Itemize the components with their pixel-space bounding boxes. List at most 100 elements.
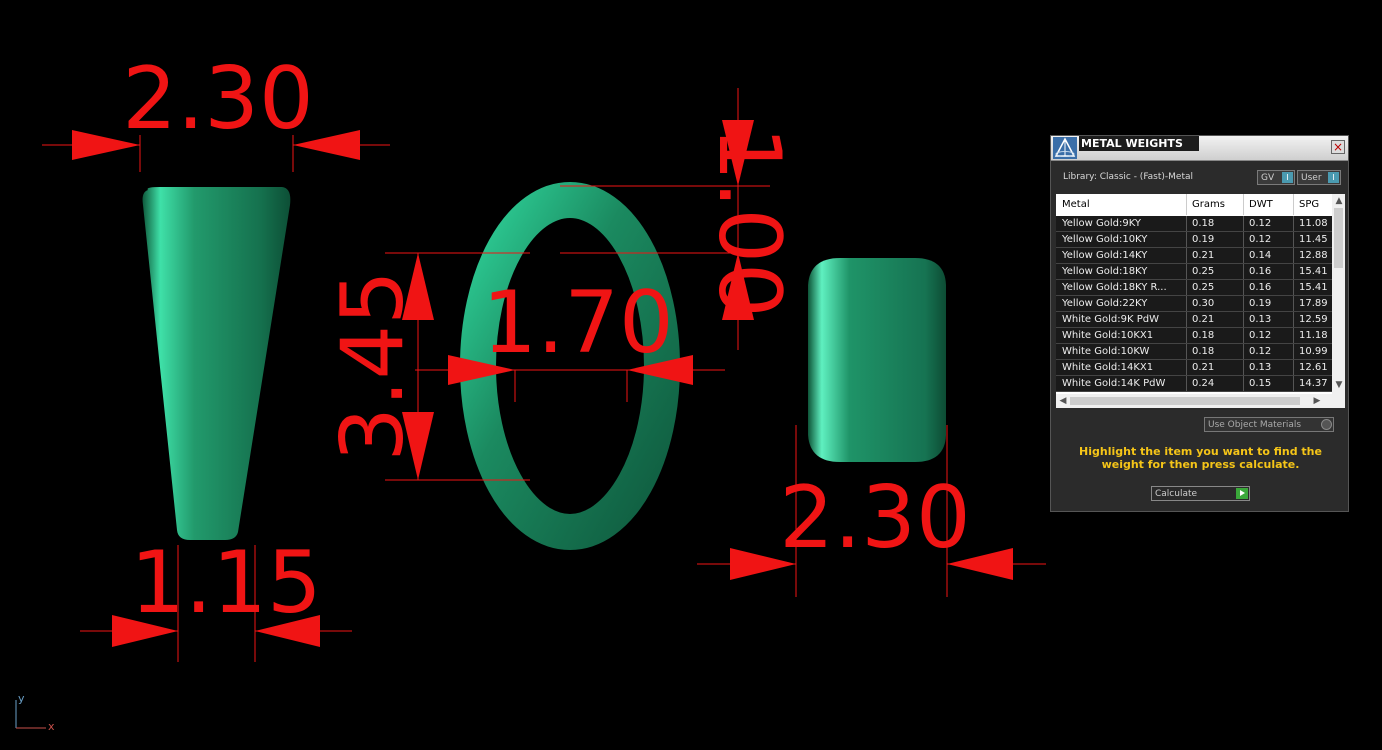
- metal-name-cell: White Gold:10KX1: [1062, 330, 1154, 341]
- gv-library-button[interactable]: GV I: [1257, 170, 1295, 185]
- instruction-text: Highlight the item you want to find the …: [1079, 445, 1322, 471]
- column-header-dwt[interactable]: DWT: [1243, 194, 1293, 215]
- horizontal-scroll-thumb[interactable]: [1070, 397, 1300, 405]
- dwt-cell: 0.15: [1243, 376, 1293, 391]
- table-row[interactable]: Yellow Gold:10KY 0.19 0.12 11.45: [1056, 232, 1332, 248]
- grams-cell: 0.25: [1186, 280, 1243, 295]
- dimension-label-height: 3.45: [323, 270, 423, 461]
- table-row[interactable]: White Gold:9K PdW 0.21 0.13 12.59: [1056, 312, 1332, 328]
- use-object-materials-label: Use Object Materials: [1208, 420, 1302, 430]
- spg-cell: 12.61: [1293, 360, 1332, 375]
- vertical-scrollbar[interactable]: ▲ ▼: [1332, 194, 1345, 394]
- use-object-materials-toggle[interactable]: Use Object Materials: [1204, 417, 1334, 432]
- dimension-label-inner: 1.70: [482, 273, 673, 373]
- library-label: Library: Classic - (Fast)-Metal: [1063, 172, 1194, 182]
- axis-x-label: x: [48, 720, 55, 733]
- scroll-left-icon[interactable]: ◀: [1057, 396, 1069, 406]
- table-row[interactable]: White Gold:10KX1 0.18 0.12 11.18: [1056, 328, 1332, 344]
- table-row[interactable]: White Gold:10KW 0.18 0.12 10.99: [1056, 344, 1332, 360]
- user-indicator-icon: I: [1328, 172, 1339, 183]
- horizontal-scrollbar[interactable]: ◀ ▶: [1056, 394, 1345, 408]
- dwt-cell: 0.12: [1243, 344, 1293, 359]
- gv-label: GV: [1261, 173, 1275, 183]
- dwt-cell: 0.12: [1243, 328, 1293, 343]
- dwt-cell: 0.12: [1243, 216, 1293, 231]
- grams-cell: 0.30: [1186, 296, 1243, 311]
- dwt-cell: 0.16: [1243, 280, 1293, 295]
- spg-cell: 12.59: [1293, 312, 1332, 327]
- metal-name-cell: Yellow Gold:10KY: [1062, 234, 1148, 245]
- metal-name-cell: White Gold:10KW: [1062, 346, 1150, 357]
- table-row[interactable]: Yellow Gold:22KY 0.30 0.19 17.89: [1056, 296, 1332, 312]
- app-logo-icon: [1053, 137, 1077, 159]
- calculate-button[interactable]: Calculate: [1151, 486, 1250, 501]
- grams-cell: 0.24: [1186, 376, 1243, 391]
- scroll-up-icon[interactable]: ▲: [1333, 196, 1345, 206]
- spg-cell: 14.37: [1293, 376, 1332, 391]
- cylinder-model: [808, 258, 946, 462]
- user-library-button[interactable]: User I: [1297, 170, 1341, 185]
- dwt-cell: 0.12: [1243, 232, 1293, 247]
- scroll-right-icon[interactable]: ▶: [1311, 396, 1323, 406]
- axis-y-label: y: [18, 692, 25, 705]
- gv-indicator-icon: I: [1282, 172, 1293, 183]
- dwt-cell: 0.16: [1243, 264, 1293, 279]
- spg-cell: 11.45: [1293, 232, 1332, 247]
- spg-cell: 17.89: [1293, 296, 1332, 311]
- metal-table[interactable]: Metal Grams DWT SPG Yellow Gold:9KY 0.18 0…: [1056, 194, 1345, 408]
- metal-name-cell: Yellow Gold:14KY: [1062, 250, 1148, 261]
- dimension-label-right: 2.30: [779, 468, 970, 568]
- grams-cell: 0.21: [1186, 360, 1243, 375]
- column-header-grams[interactable]: Grams: [1186, 194, 1243, 215]
- user-label: User: [1301, 173, 1322, 183]
- radio-indicator-icon: [1321, 419, 1332, 430]
- table-row[interactable]: Yellow Gold:14KY 0.21 0.14 12.88: [1056, 248, 1332, 264]
- dwt-cell: 0.19: [1243, 296, 1293, 311]
- dwt-cell: 0.14: [1243, 248, 1293, 263]
- column-header-metal[interactable]: Metal: [1056, 194, 1186, 215]
- spg-cell: 15.41: [1293, 264, 1332, 279]
- play-icon: [1236, 488, 1248, 499]
- grams-cell: 0.18: [1186, 216, 1243, 231]
- metal-name-cell: Yellow Gold:18KY R...: [1062, 282, 1167, 293]
- metal-name-cell: Yellow Gold:9KY: [1062, 218, 1141, 229]
- spg-cell: 15.41: [1293, 280, 1332, 295]
- metal-name-cell: White Gold:9K PdW: [1062, 314, 1159, 325]
- grams-cell: 0.21: [1186, 248, 1243, 263]
- dimension-label-bottom-left: 1.15: [130, 533, 321, 633]
- dwt-cell: 0.13: [1243, 312, 1293, 327]
- vertical-scroll-thumb[interactable]: [1334, 208, 1343, 268]
- spg-cell: 12.88: [1293, 248, 1332, 263]
- spg-cell: 11.18: [1293, 328, 1332, 343]
- spg-cell: 11.08: [1293, 216, 1332, 231]
- column-header-spg[interactable]: SPG: [1293, 194, 1332, 215]
- tapered-shank-model: [142, 187, 291, 540]
- grams-cell: 0.25: [1186, 264, 1243, 279]
- grams-cell: 0.18: [1186, 344, 1243, 359]
- table-row[interactable]: Yellow Gold:9KY 0.18 0.12 11.08: [1056, 216, 1332, 232]
- metal-name-cell: Yellow Gold:22KY: [1062, 298, 1148, 309]
- spg-cell: 10.99: [1293, 344, 1332, 359]
- metal-name-cell: White Gold:14K PdW: [1062, 378, 1166, 389]
- dimension-label-top-left: 2.30: [122, 49, 313, 149]
- dimension-label-thickness: 1.00: [699, 126, 799, 317]
- table-header: Metal Grams DWT SPG: [1056, 194, 1332, 215]
- grams-cell: 0.19: [1186, 232, 1243, 247]
- metal-name-cell: White Gold:14KX1: [1062, 362, 1154, 373]
- close-icon[interactable]: ×: [1331, 140, 1345, 154]
- table-body: Yellow Gold:9KY 0.18 0.12 11.08 Yellow Gold:…: [1056, 216, 1332, 392]
- metal-weights-panel: METAL WEIGHTS × Library: Classic - (Fast…: [1050, 135, 1349, 512]
- scroll-down-icon[interactable]: ▼: [1333, 380, 1345, 390]
- panel-title: METAL WEIGHTS: [1079, 136, 1199, 151]
- table-row[interactable]: Yellow Gold:18KY R... 0.25 0.16 15.41: [1056, 280, 1332, 296]
- metal-name-cell: Yellow Gold:18KY: [1062, 266, 1148, 277]
- grams-cell: 0.21: [1186, 312, 1243, 327]
- table-row[interactable]: White Gold:14KX1 0.21 0.13 12.61: [1056, 360, 1332, 376]
- axis-gizmo: y x: [10, 690, 60, 735]
- table-row[interactable]: White Gold:14K PdW 0.24 0.15 14.37: [1056, 376, 1332, 392]
- calculate-label: Calculate: [1155, 489, 1198, 499]
- panel-titlebar[interactable]: METAL WEIGHTS ×: [1051, 136, 1348, 161]
- table-row[interactable]: Yellow Gold:18KY 0.25 0.16 15.41: [1056, 264, 1332, 280]
- grams-cell: 0.18: [1186, 328, 1243, 343]
- dwt-cell: 0.13: [1243, 360, 1293, 375]
